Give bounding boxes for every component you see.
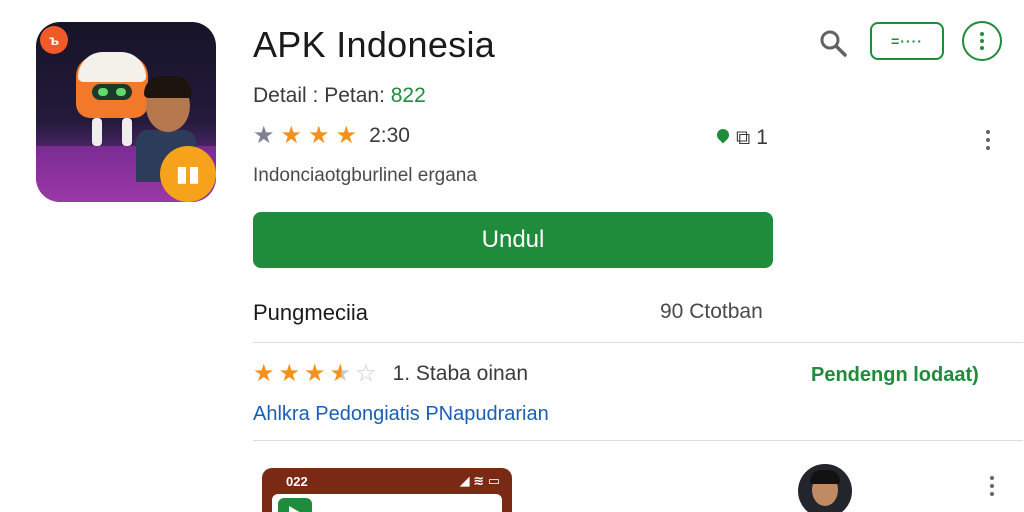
robot-cap <box>78 52 146 82</box>
rating-summary: ★ ★ ★ ★ ☆ 1. Staba oinan <box>253 362 528 386</box>
location-meta[interactable]: ⧉ 1 <box>716 126 768 150</box>
rating-summary-text: 1. Staba oinan <box>392 362 529 385</box>
boy-figure-hair <box>144 76 192 98</box>
app-icon-corner-badge: ъ <box>40 26 68 54</box>
preview-status-bar: 022 ◢ ≋ ▭ <box>262 468 512 494</box>
divider <box>253 440 1023 441</box>
play-store-icon <box>278 498 312 512</box>
rating-value: 2:30 <box>369 124 410 147</box>
status-icons: ◢ ≋ ▭ <box>459 473 500 488</box>
robot-legs <box>88 118 136 146</box>
review-link[interactable]: Pendengn lodaat) <box>811 364 979 387</box>
phone-icon: ⧉ <box>736 126 751 149</box>
install-button[interactable]: Undul <box>253 212 773 268</box>
star-icon: ★ <box>253 360 275 387</box>
divider <box>253 342 1023 343</box>
section-title: Pungmeciia <box>253 300 368 325</box>
menu-toggle-button[interactable]: =···· <box>870 22 944 60</box>
location-pin-icon <box>716 129 730 147</box>
more-options-button[interactable] <box>962 21 1002 61</box>
policy-link[interactable]: Ahlkra Pedongiatis PNapudrarian <box>253 403 549 426</box>
app-title: APK Indonesia <box>253 24 496 65</box>
star-icon: ★ <box>335 122 358 149</box>
more-vert-icon[interactable] <box>986 130 990 150</box>
star-icon: ★ <box>253 122 275 149</box>
app-tagline: Indonciaotgburlinel ergana <box>253 165 477 186</box>
app-detail: Detail : Petan: 822 <box>253 84 426 108</box>
more-vert-icon[interactable] <box>990 476 994 496</box>
status-time: 022 <box>286 473 308 489</box>
robot-eyes <box>92 84 132 100</box>
app-rating: ★ ★ ★ ★ 2:30 <box>253 124 410 148</box>
star-icon: ★ <box>304 360 326 387</box>
star-icon: ★ <box>280 122 303 149</box>
detail-value: 822 <box>390 84 426 107</box>
star-half-icon: ★ <box>329 360 352 387</box>
star-icon: ★ <box>278 360 301 387</box>
section-count: 90 Ctotban <box>660 300 763 323</box>
menu-icon: =···· <box>891 33 923 49</box>
star-empty-icon: ☆ <box>355 360 377 387</box>
avatar[interactable] <box>798 464 852 512</box>
app-icon-play-badge: ▮▮ <box>160 146 216 202</box>
detail-label: Detail : Petan: <box>253 84 385 107</box>
avatar-hair <box>810 470 840 484</box>
app-icon: ъ ▮▮ <box>36 22 216 202</box>
search-icon[interactable] <box>818 28 848 58</box>
meta-count: 1 <box>756 126 768 149</box>
star-icon: ★ <box>308 122 330 149</box>
screenshot-preview[interactable]: 022 ◢ ≋ ▭ <box>262 468 512 512</box>
